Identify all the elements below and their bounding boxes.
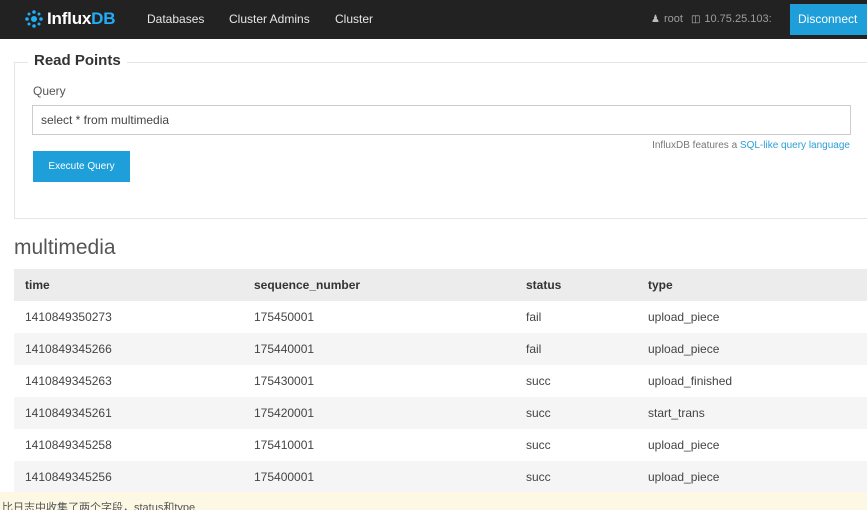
brand-text-accent: DB <box>91 9 116 28</box>
cell-sequence-number: 175430001 <box>254 365 526 397</box>
table-row: 1410849345256 175400001 succ upload_piec… <box>14 461 867 493</box>
influxdb-logo-icon <box>25 10 43 28</box>
cell-sequence-number: 175450001 <box>254 301 526 333</box>
column-header: time <box>14 269 254 301</box>
help-prefix: InfluxDB features a <box>652 140 738 151</box>
sql-docs-link[interactable]: SQL-like query language <box>740 140 850 151</box>
username: root <box>663 13 683 25</box>
database-icon: ◫ <box>690 14 701 25</box>
column-header: status <box>526 269 648 301</box>
cell-type: upload_piece <box>648 301 867 333</box>
cell-type: upload_piece <box>648 333 867 365</box>
table-row: 1410849345261 175420001 succ start_trans <box>14 397 867 429</box>
table-row: 1410849350273 175450001 fail upload_piec… <box>14 301 867 333</box>
connection-info: ♟ root ◫ 10.75.25.103: <box>651 12 772 27</box>
top-navbar: Influx DB Databases Cluster Admins Cluste… <box>0 0 867 39</box>
cell-status: fail <box>526 301 648 333</box>
nav-cluster-admins[interactable]: Cluster Admins <box>229 12 310 27</box>
query-label: Query <box>33 84 66 98</box>
table-header-row: time sequence_number status type <box>14 269 867 301</box>
cell-time: 1410849345261 <box>14 397 254 429</box>
cell-time: 1410849350273 <box>14 301 254 333</box>
query-input[interactable] <box>32 105 851 135</box>
series-title: multimedia <box>14 236 116 259</box>
cell-status: succ <box>526 429 648 461</box>
cell-sequence-number: 175400001 <box>254 461 526 493</box>
cell-type: upload_piece <box>648 461 867 493</box>
table-row: 1410849345263 175430001 succ upload_fini… <box>14 365 867 397</box>
results-table: time sequence_number status type 1410849… <box>14 269 867 493</box>
cell-time: 1410849345256 <box>14 461 254 493</box>
read-points-legend: Read Points <box>28 52 127 69</box>
query-help-text: InfluxDB features a SQL-like query langu… <box>652 140 850 151</box>
cell-sequence-number: 175420001 <box>254 397 526 429</box>
cell-time: 1410849345258 <box>14 429 254 461</box>
cell-sequence-number: 175410001 <box>254 429 526 461</box>
table-row: 1410849345258 175410001 succ upload_piec… <box>14 429 867 461</box>
cell-status: succ <box>526 365 648 397</box>
cell-type: upload_piece <box>648 429 867 461</box>
cell-status: fail <box>526 333 648 365</box>
cell-status: succ <box>526 461 648 493</box>
nav-cluster[interactable]: Cluster <box>335 12 373 27</box>
nav-databases[interactable]: Databases <box>147 12 204 27</box>
cell-status: succ <box>526 397 648 429</box>
host-address: 10.75.25.103: <box>704 13 772 25</box>
bottom-note: 比日志中收集了两个字段，status和type <box>0 492 867 510</box>
cell-type: start_trans <box>648 397 867 429</box>
cell-type: upload_finished <box>648 365 867 397</box>
user-icon: ♟ <box>651 14 660 25</box>
table-row: 1410849345266 175440001 fail upload_piec… <box>14 333 867 365</box>
disconnect-button[interactable]: Disconnect <box>790 4 867 35</box>
brand-logo[interactable]: Influx DB <box>24 7 115 31</box>
cell-time: 1410849345266 <box>14 333 254 365</box>
column-header: type <box>648 269 867 301</box>
execute-query-button[interactable]: Execute Query <box>33 151 130 182</box>
column-header: sequence_number <box>254 269 526 301</box>
cell-sequence-number: 175440001 <box>254 333 526 365</box>
brand-text: Influx <box>47 9 92 28</box>
cell-time: 1410849345263 <box>14 365 254 397</box>
